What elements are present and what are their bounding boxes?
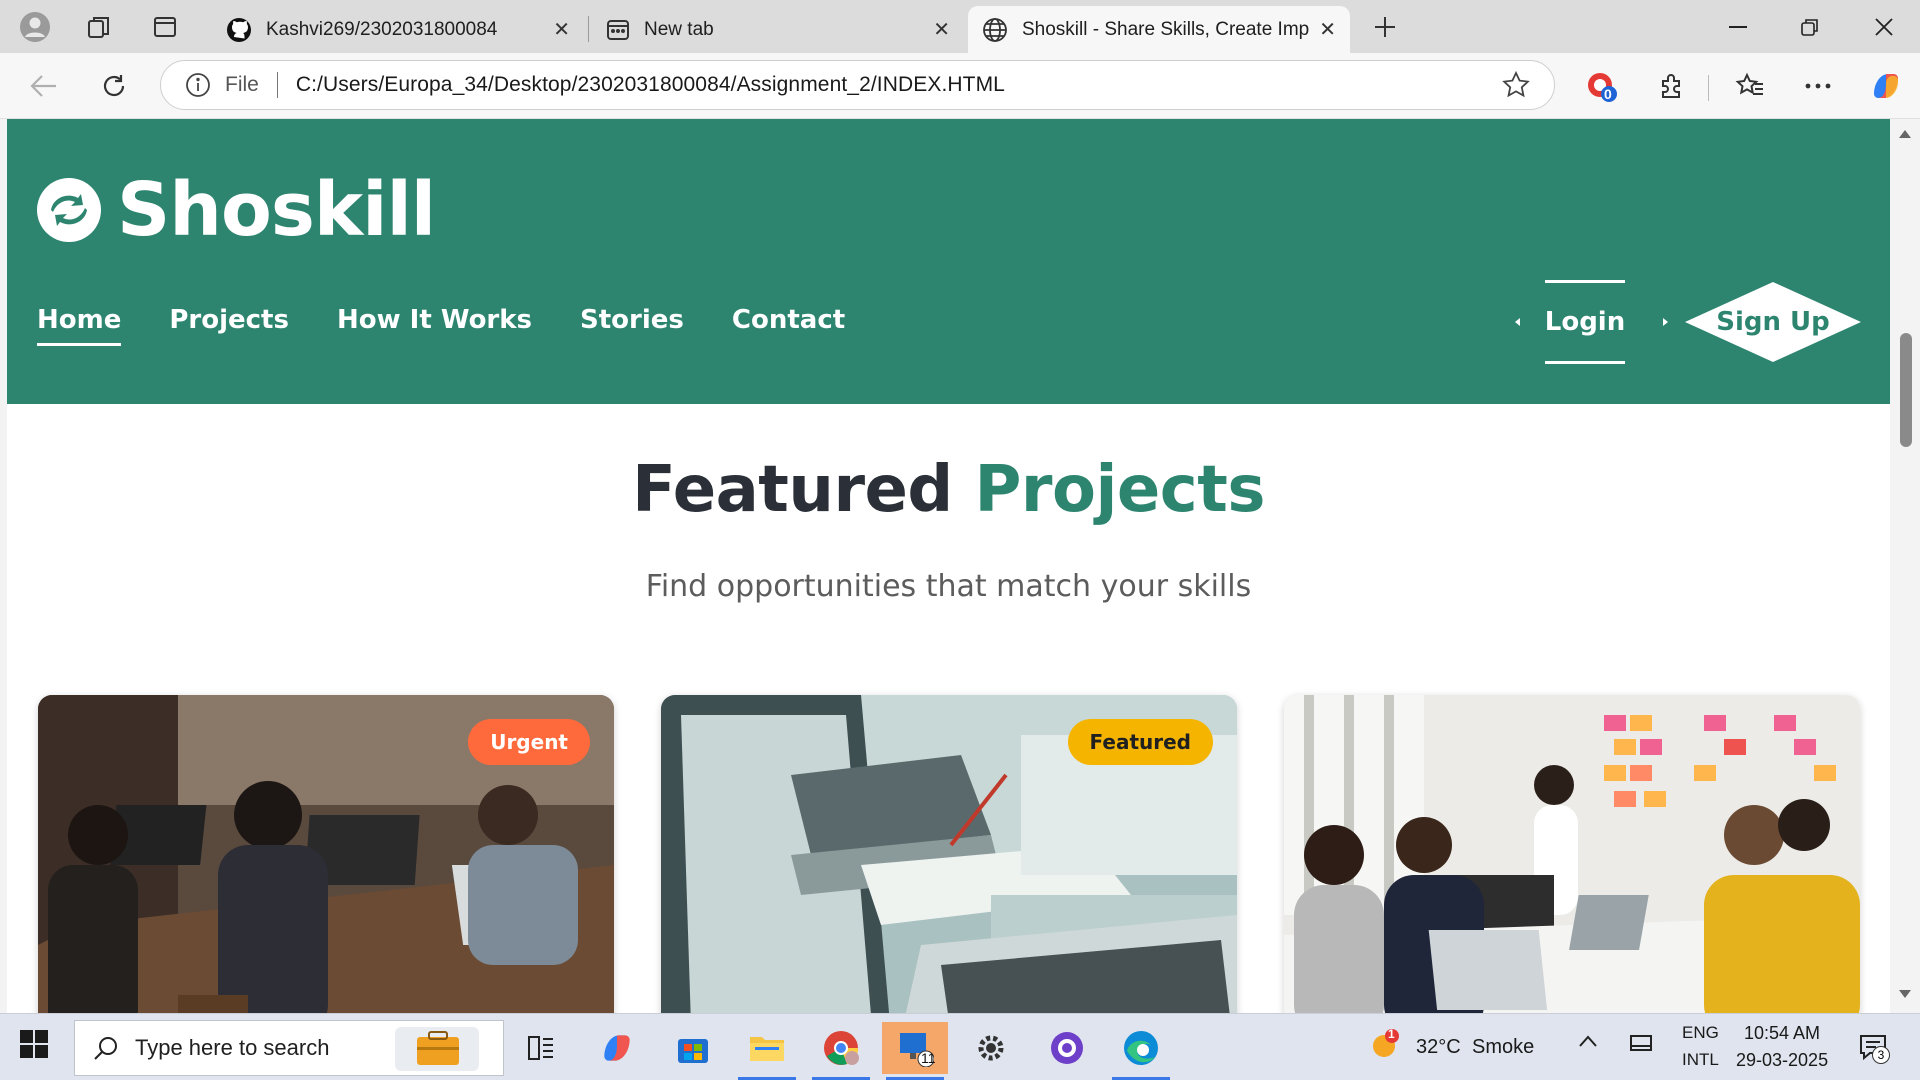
windows-start-icon[interactable]: [20, 1030, 54, 1064]
page-scrollbar[interactable]: [1890, 119, 1920, 1013]
settings-gear-icon[interactable]: [958, 1022, 1024, 1074]
tab-label: New tab: [644, 18, 714, 40]
search-placeholder: Type here to search: [135, 1035, 330, 1060]
github-desktop-icon[interactable]: [1034, 1022, 1100, 1074]
search-icon: [94, 1037, 117, 1060]
taskbar-search-box[interactable]: Type here to search: [74, 1020, 504, 1076]
more-options-icon[interactable]: [1798, 66, 1838, 106]
favorites-icon[interactable]: [1730, 66, 1770, 106]
github-icon: [227, 17, 251, 42]
close-tab-icon[interactable]: ✕: [553, 17, 570, 42]
signup-button[interactable]: Sign Up: [1685, 282, 1861, 362]
url-divider: [276, 72, 278, 98]
site-header: Shoskill Home Projects How It Works Stor…: [7, 119, 1890, 404]
scroll-down-icon[interactable]: [1898, 989, 1912, 999]
nav-item-home[interactable]: Home: [37, 305, 122, 346]
copilot-taskbar-icon[interactable]: [584, 1022, 650, 1074]
nav-item-contact[interactable]: Contact: [732, 305, 845, 346]
scroll-thumb[interactable]: [1900, 333, 1912, 447]
info-icon[interactable]: [185, 72, 211, 98]
section-title: Featured Projects: [7, 453, 1890, 527]
site-logo[interactable]: Shoskill: [37, 167, 436, 253]
weather-temp: 32°C: [1416, 1036, 1461, 1058]
back-arrow-icon[interactable]: [24, 66, 64, 106]
vertical-tabs-icon[interactable]: [146, 8, 184, 46]
task-view-icon[interactable]: [508, 1022, 574, 1074]
clock-time[interactable]: 10:54 AM: [1744, 1023, 1820, 1044]
remote-desktop-icon[interactable]: 11: [882, 1022, 948, 1080]
close-tab-icon[interactable]: ✕: [933, 17, 950, 42]
file-explorer-icon[interactable]: [734, 1022, 800, 1080]
url-text[interactable]: C:/Users/Europa_34/Desktop/2302031800084…: [296, 73, 1005, 97]
tab-shoskill[interactable]: Shoskill - Share Skills, Create Imp ✕: [968, 6, 1350, 53]
profile-avatar-icon[interactable]: [16, 8, 54, 46]
restore-icon[interactable]: [1774, 0, 1846, 53]
handshake-logo-icon: [37, 178, 101, 242]
scroll-up-icon[interactable]: [1898, 129, 1912, 139]
address-bar-row: File C:/Users/Europa_34/Desktop/23020318…: [0, 53, 1920, 119]
extensions-puzzle-icon[interactable]: [1652, 66, 1692, 106]
section-subtitle: Find opportunities that match your skill…: [645, 569, 1252, 604]
weather-icon[interactable]: 1: [1368, 1027, 1400, 1065]
login-button[interactable]: Login: [1545, 280, 1625, 364]
display-icon[interactable]: [1630, 1034, 1652, 1059]
microsoft-store-icon[interactable]: [660, 1022, 726, 1074]
main-nav: Home Projects How It Works Stories Conta…: [37, 305, 893, 346]
clock-date[interactable]: 29-03-2025: [1736, 1050, 1828, 1071]
nav-item-how-it-works[interactable]: How It Works: [337, 305, 532, 346]
section-title-main: Featured: [632, 453, 953, 527]
windows-taskbar: Type here to search 11 1 32°C Smoke ENG: [0, 1013, 1920, 1080]
language-top[interactable]: ENG: [1682, 1023, 1719, 1043]
login-right-arrow: [1663, 318, 1668, 326]
tab-github[interactable]: Kashvi269/2302031800084 ✕: [212, 6, 584, 53]
tab-divider: [588, 16, 589, 42]
nav-item-stories[interactable]: Stories: [580, 305, 684, 346]
browser-tab-strip: Kashvi269/2302031800084 ✕ New tab ✕ Shos…: [0, 0, 1920, 53]
weather-badge-count: 1: [1388, 1027, 1395, 1041]
section-title-accent: Projects: [974, 453, 1266, 527]
web-page: Shoskill Home Projects How It Works Stor…: [7, 119, 1890, 1013]
nav-item-projects[interactable]: Projects: [169, 305, 289, 346]
minimize-icon[interactable]: [1702, 0, 1774, 53]
featured-badge: Featured: [1067, 719, 1213, 765]
briefcase-icon: [395, 1027, 479, 1071]
newtab-icon: [607, 19, 629, 40]
copilot-icon[interactable]: [1866, 66, 1906, 106]
toolbar-divider: [1708, 75, 1709, 101]
app-badge-count: 11: [921, 1050, 936, 1066]
chevron-up-icon[interactable]: [1578, 1034, 1598, 1053]
chrome-icon[interactable]: [808, 1022, 874, 1080]
close-tab-icon[interactable]: ✕: [1319, 17, 1336, 42]
language-bottom[interactable]: INTL: [1682, 1050, 1719, 1070]
urgent-badge: Urgent: [468, 719, 590, 765]
refresh-icon[interactable]: [94, 66, 134, 106]
project-card[interactable]: Featured: [661, 695, 1237, 1013]
close-window-icon[interactable]: [1848, 0, 1920, 53]
edge-icon[interactable]: [1108, 1022, 1174, 1080]
url-scheme-label: File: [225, 73, 259, 96]
new-tab-plus-icon[interactable]: [1366, 8, 1404, 46]
extension-badge-count: 0: [1604, 86, 1612, 102]
tab-label: Shoskill - Share Skills, Create Imp: [1022, 18, 1310, 40]
url-field[interactable]: File C:/Users/Europa_34/Desktop/23020318…: [160, 60, 1555, 110]
favorite-star-icon[interactable]: [1502, 71, 1530, 99]
notifications-icon[interactable]: 3: [1858, 1032, 1890, 1067]
tab-label: Kashvi269/2302031800084: [266, 18, 498, 40]
weather-description: Smoke: [1472, 1036, 1535, 1058]
project-card[interactable]: Urgent: [38, 695, 614, 1013]
project-card[interactable]: [1284, 695, 1860, 1013]
tab-new-tab[interactable]: New tab ✕: [592, 6, 964, 53]
extension-badge-icon[interactable]: 0: [1582, 66, 1622, 106]
workspaces-icon[interactable]: [80, 8, 118, 46]
signup-label: Sign Up: [1716, 307, 1830, 337]
project-photo-team-meeting: [1284, 695, 1860, 1013]
globe-icon: [983, 17, 1007, 42]
login-left-arrow: [1515, 318, 1520, 326]
page-viewport: Shoskill Home Projects How It Works Stor…: [0, 119, 1920, 1013]
logo-text: Shoskill: [117, 167, 436, 253]
notification-count: 3: [1872, 1046, 1890, 1064]
